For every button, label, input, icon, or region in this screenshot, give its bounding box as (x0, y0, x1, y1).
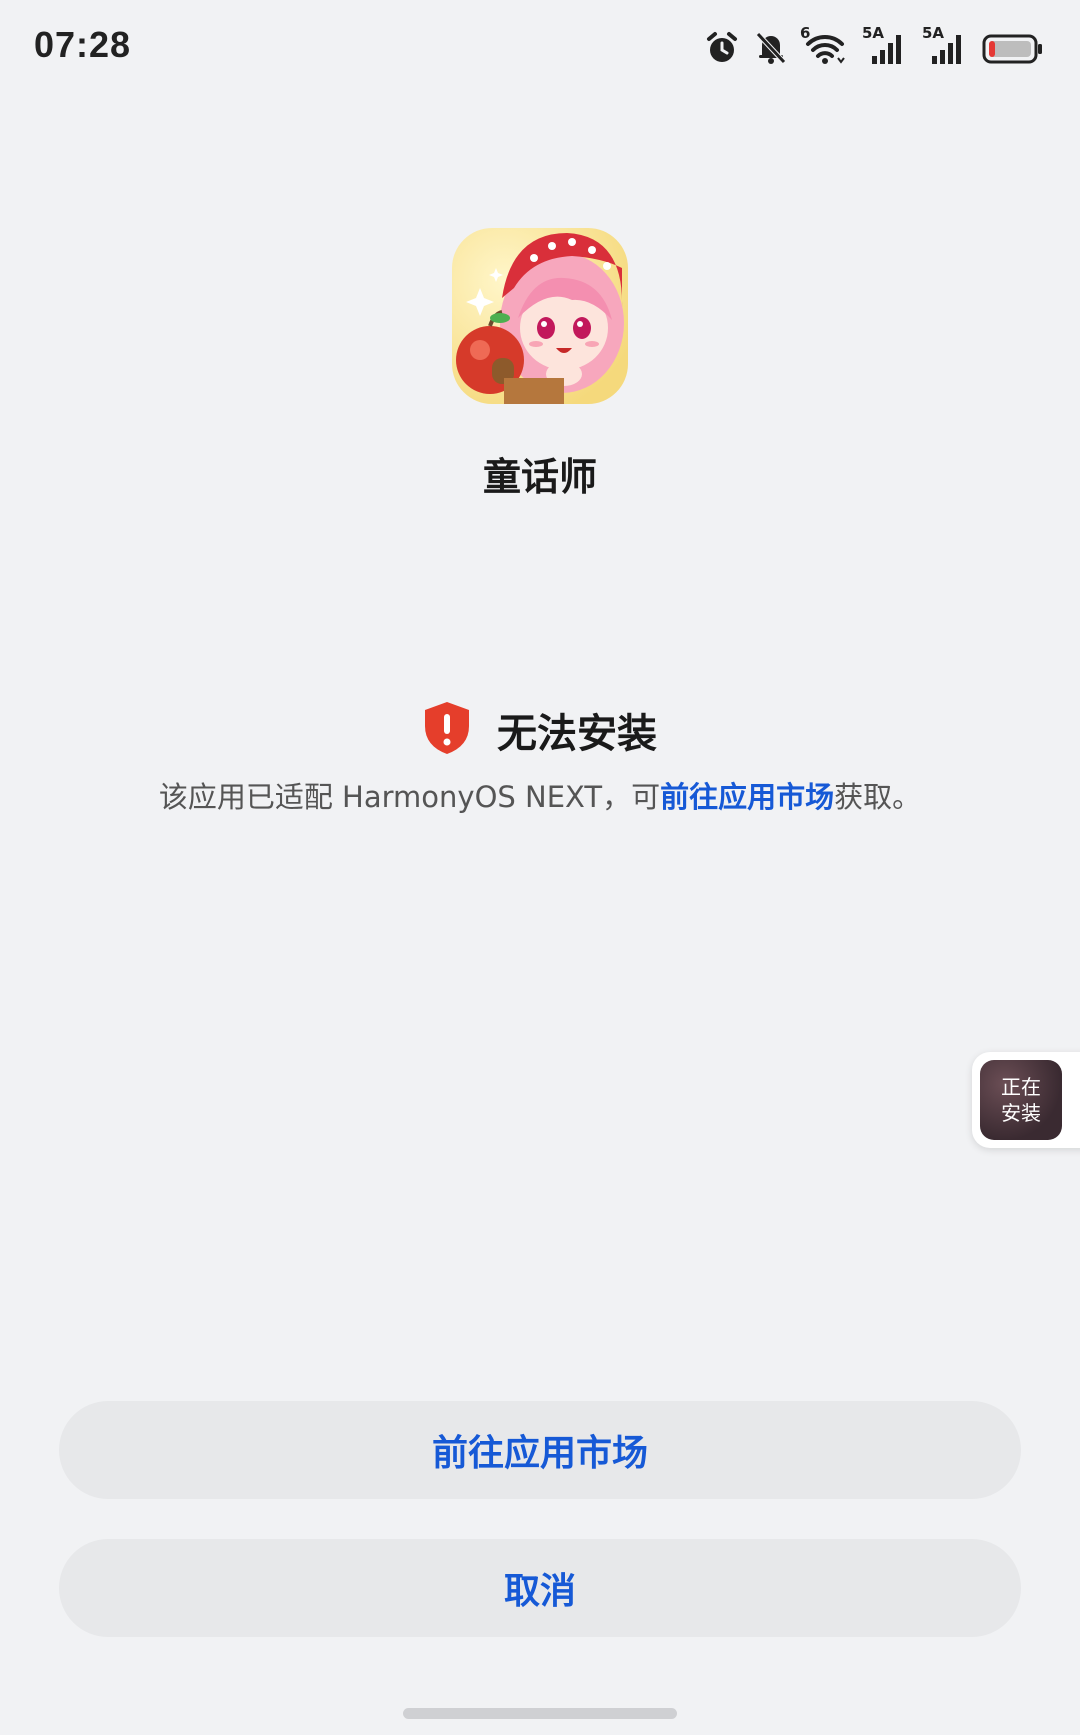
installing-badge[interactable]: 正在 安装 (980, 1060, 1062, 1140)
signal-5g-icon: 5A (922, 24, 968, 66)
cancel-button[interactable]: 取消 (59, 1539, 1021, 1637)
status-bar: 07:28 6 5A 5A (0, 0, 1080, 96)
fairy-tale-app-icon (452, 228, 628, 404)
status-icons: 6 5A 5A (704, 24, 1044, 70)
signal-2-label: 5A (922, 24, 945, 42)
warning-header: 无法安装 (0, 700, 1080, 760)
status-time: 07:28 (34, 24, 132, 65)
battery-icon (982, 30, 1044, 66)
installing-line1: 正在 (1001, 1075, 1041, 1099)
go-to-app-market-button[interactable]: 前往应用市场 (59, 1401, 1021, 1499)
shield-exclamation-icon (423, 700, 471, 760)
mute-bell-icon (754, 30, 788, 66)
warning-title: 无法安装 (497, 711, 657, 757)
installing-line2: 安装 (1001, 1101, 1041, 1125)
app-name: 童话师 (482, 455, 597, 499)
installing-floating-widget[interactable]: 正在 安装 (972, 1052, 1080, 1148)
warning-desc-prefix: 该应用已适配 HarmonyOS NEXT，可 (158, 780, 661, 814)
signal-5g-icon: 5A (862, 24, 908, 66)
wifi-6-icon: 6 (800, 24, 848, 66)
wifi-generation-label: 6 (800, 24, 811, 42)
app-market-link[interactable]: 前往应用市场 (660, 780, 834, 814)
warning-description: 该应用已适配 HarmonyOS NEXT，可前往应用市场获取。 (0, 774, 1080, 816)
alarm-icon (704, 30, 740, 66)
home-indicator[interactable] (403, 1708, 677, 1719)
signal-1-label: 5A (862, 24, 885, 42)
warning-desc-suffix: 获取。 (834, 780, 922, 814)
